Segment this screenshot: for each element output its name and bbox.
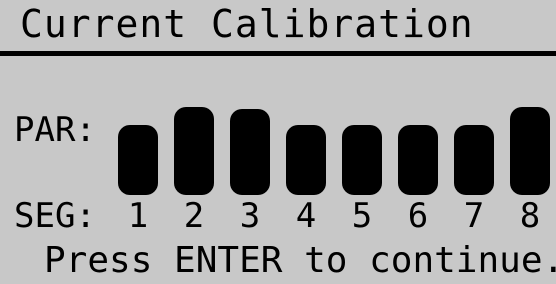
segment-number-1: 1 — [127, 196, 149, 236]
par-bar-3 — [230, 109, 270, 195]
segment-number-6: 6 — [407, 196, 429, 236]
seg-label: SEG: — [14, 196, 96, 236]
screen-title: Current Calibration — [20, 2, 474, 46]
continue-prompt: Press ENTER to continue. — [44, 240, 556, 281]
par-label: PAR: — [14, 110, 96, 150]
par-bar-1 — [118, 125, 158, 195]
segment-number-3: 3 — [239, 196, 261, 236]
par-bar-5 — [342, 125, 382, 195]
par-bar-7 — [454, 125, 494, 195]
segment-number-2: 2 — [183, 196, 205, 236]
segment-number-7: 7 — [463, 196, 485, 236]
lcd-screen: Current Calibration PAR: SEG: 12345678 P… — [0, 0, 556, 284]
title-divider — [0, 51, 556, 56]
par-bar-8 — [510, 107, 550, 195]
par-bar-4 — [286, 125, 326, 195]
segment-number-8: 8 — [519, 196, 541, 236]
par-bar-2 — [174, 107, 214, 195]
segment-number-5: 5 — [351, 196, 373, 236]
par-bar-6 — [398, 125, 438, 195]
segment-number-4: 4 — [295, 196, 317, 236]
